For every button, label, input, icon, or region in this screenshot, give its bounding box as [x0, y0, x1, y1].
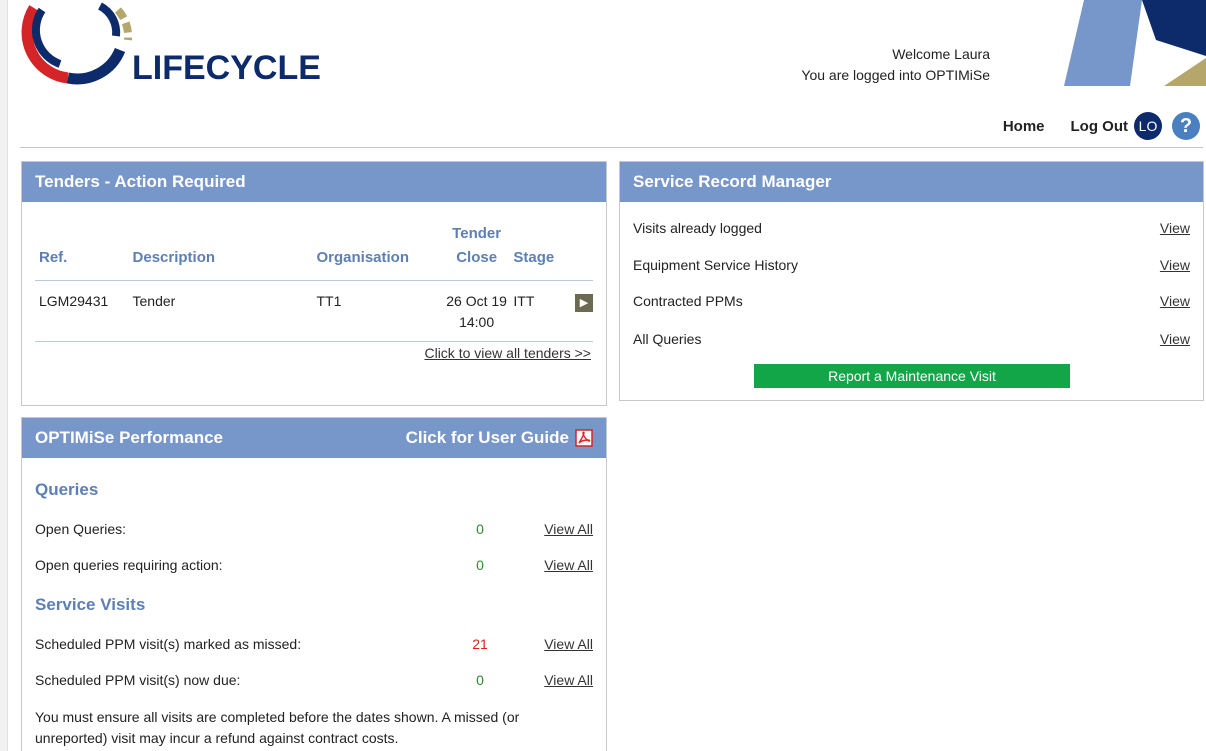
left-edge-strip — [0, 0, 8, 751]
report-maintenance-visit-button[interactable]: Report a Maintenance Visit — [754, 364, 1070, 388]
list-item: Contracted PPMs View — [633, 291, 1190, 311]
list-item: Equipment Service History View — [633, 255, 1190, 275]
col-ref[interactable]: Ref. — [35, 222, 133, 281]
lifecycle-logo[interactable]: LIFECYCLE — [20, 0, 370, 90]
service-visits-section-title: Service Visits — [35, 595, 146, 614]
list-item: Scheduled PPM visit(s) now due: 0 View A… — [35, 670, 593, 690]
open-queries-count: 0 — [476, 521, 484, 537]
srm-panel-title: Service Record Manager — [620, 162, 1203, 202]
view-visits-logged-link[interactable]: View — [1160, 220, 1190, 236]
queries-action-count: 0 — [476, 557, 484, 573]
col-tender-close[interactable]: Tender Close — [439, 222, 514, 281]
view-equipment-history-link[interactable]: View — [1160, 257, 1190, 273]
due-visits-count: 0 — [476, 672, 484, 688]
tender-open-cell: ▶ — [569, 280, 593, 342]
user-guide-link[interactable]: Click for User Guide — [406, 428, 593, 448]
tender-close: 26 Oct 19 14:00 — [439, 280, 514, 342]
view-missed-visits-link[interactable]: View All — [544, 636, 593, 652]
top-navigation: Home Log Out LO ? — [1003, 110, 1206, 142]
open-queries-label: Open Queries: — [35, 521, 127, 537]
col-organisation[interactable]: Organisation — [316, 222, 440, 281]
list-item: Open queries requiring action: 0 View Al… — [35, 555, 593, 575]
tenders-table: Ref. Description Organisation Tender Clo… — [35, 222, 593, 342]
col-tender-close-line2: Close — [456, 249, 498, 266]
logo-mark — [21, 2, 133, 85]
tender-description: Tender — [132, 280, 317, 342]
queries-section-title: Queries — [35, 480, 99, 499]
col-tender-close-line1: Tender — [452, 225, 502, 242]
col-stage[interactable]: Stage — [513, 222, 570, 281]
welcome-name: Welcome Laura — [892, 46, 990, 62]
missed-visits-count: 21 — [472, 636, 488, 652]
tender-close-date: 26 Oct 19 — [446, 293, 507, 309]
view-open-queries-link[interactable]: View All — [544, 521, 593, 537]
srm-item-label: All Queries — [633, 331, 702, 347]
logo-text: LIFECYCLE — [132, 49, 321, 87]
table-row[interactable]: LGM29431 Tender TT1 26 Oct 19 14:00 ITT … — [35, 280, 593, 342]
list-item: Scheduled PPM visit(s) marked as missed:… — [35, 634, 593, 654]
user-guide-label: Click for User Guide — [405, 428, 569, 447]
col-action — [569, 222, 593, 281]
pdf-icon — [575, 429, 593, 447]
queries-action-label: Open queries requiring action: — [35, 557, 223, 573]
srm-item-label: Visits already logged — [633, 220, 762, 236]
view-all-tenders-link[interactable]: Click to view all tenders >> — [424, 345, 591, 361]
login-status: You are logged into OPTIMiSe — [801, 67, 990, 83]
tender-organisation: TT1 — [316, 280, 440, 342]
view-due-visits-link[interactable]: View All — [544, 672, 593, 688]
logout-link[interactable]: Log Out — [1071, 118, 1128, 135]
tender-close-time: 14:00 — [459, 314, 495, 330]
header-decoration — [1064, 0, 1206, 86]
list-item: Visits already logged View — [633, 218, 1190, 238]
view-queries-action-link[interactable]: View All — [544, 557, 593, 573]
visits-notice: You must ensure all visits are completed… — [35, 709, 520, 746]
view-all-queries-link[interactable]: View — [1160, 331, 1190, 347]
avatar[interactable]: LO — [1134, 112, 1162, 140]
header-divider — [20, 147, 1203, 148]
tender-stage: ITT — [513, 280, 570, 342]
home-link[interactable]: Home — [1003, 118, 1045, 135]
tenders-panel: Tenders - Action Required Ref. Descripti… — [21, 161, 607, 406]
due-visits-label: Scheduled PPM visit(s) now due: — [35, 672, 241, 688]
view-contracted-ppms-link[interactable]: View — [1160, 293, 1190, 309]
chevron-right-icon[interactable]: ▶ — [575, 294, 593, 312]
tenders-panel-title: Tenders - Action Required — [22, 162, 606, 202]
help-icon[interactable]: ? — [1172, 112, 1200, 140]
list-item: All Queries View — [633, 329, 1190, 349]
list-item: Open Queries: 0 View All — [35, 519, 593, 539]
performance-panel-title: OPTIMiSe Performance — [35, 428, 224, 447]
service-record-manager-panel: Service Record Manager Visits already lo… — [619, 161, 1204, 401]
tenders-table-header: Ref. Description Organisation Tender Clo… — [35, 222, 593, 281]
srm-item-label: Contracted PPMs — [633, 293, 743, 309]
col-description[interactable]: Description — [132, 222, 317, 281]
srm-item-label: Equipment Service History — [633, 257, 798, 273]
performance-panel: OPTIMiSe Performance Click for User Guid… — [21, 417, 607, 751]
performance-panel-header: OPTIMiSe Performance Click for User Guid… — [22, 418, 606, 458]
missed-visits-label: Scheduled PPM visit(s) marked as missed: — [35, 636, 302, 652]
tender-ref: LGM29431 — [35, 280, 133, 342]
welcome-message: Welcome Laura You are logged into OPTIMi… — [801, 44, 990, 86]
